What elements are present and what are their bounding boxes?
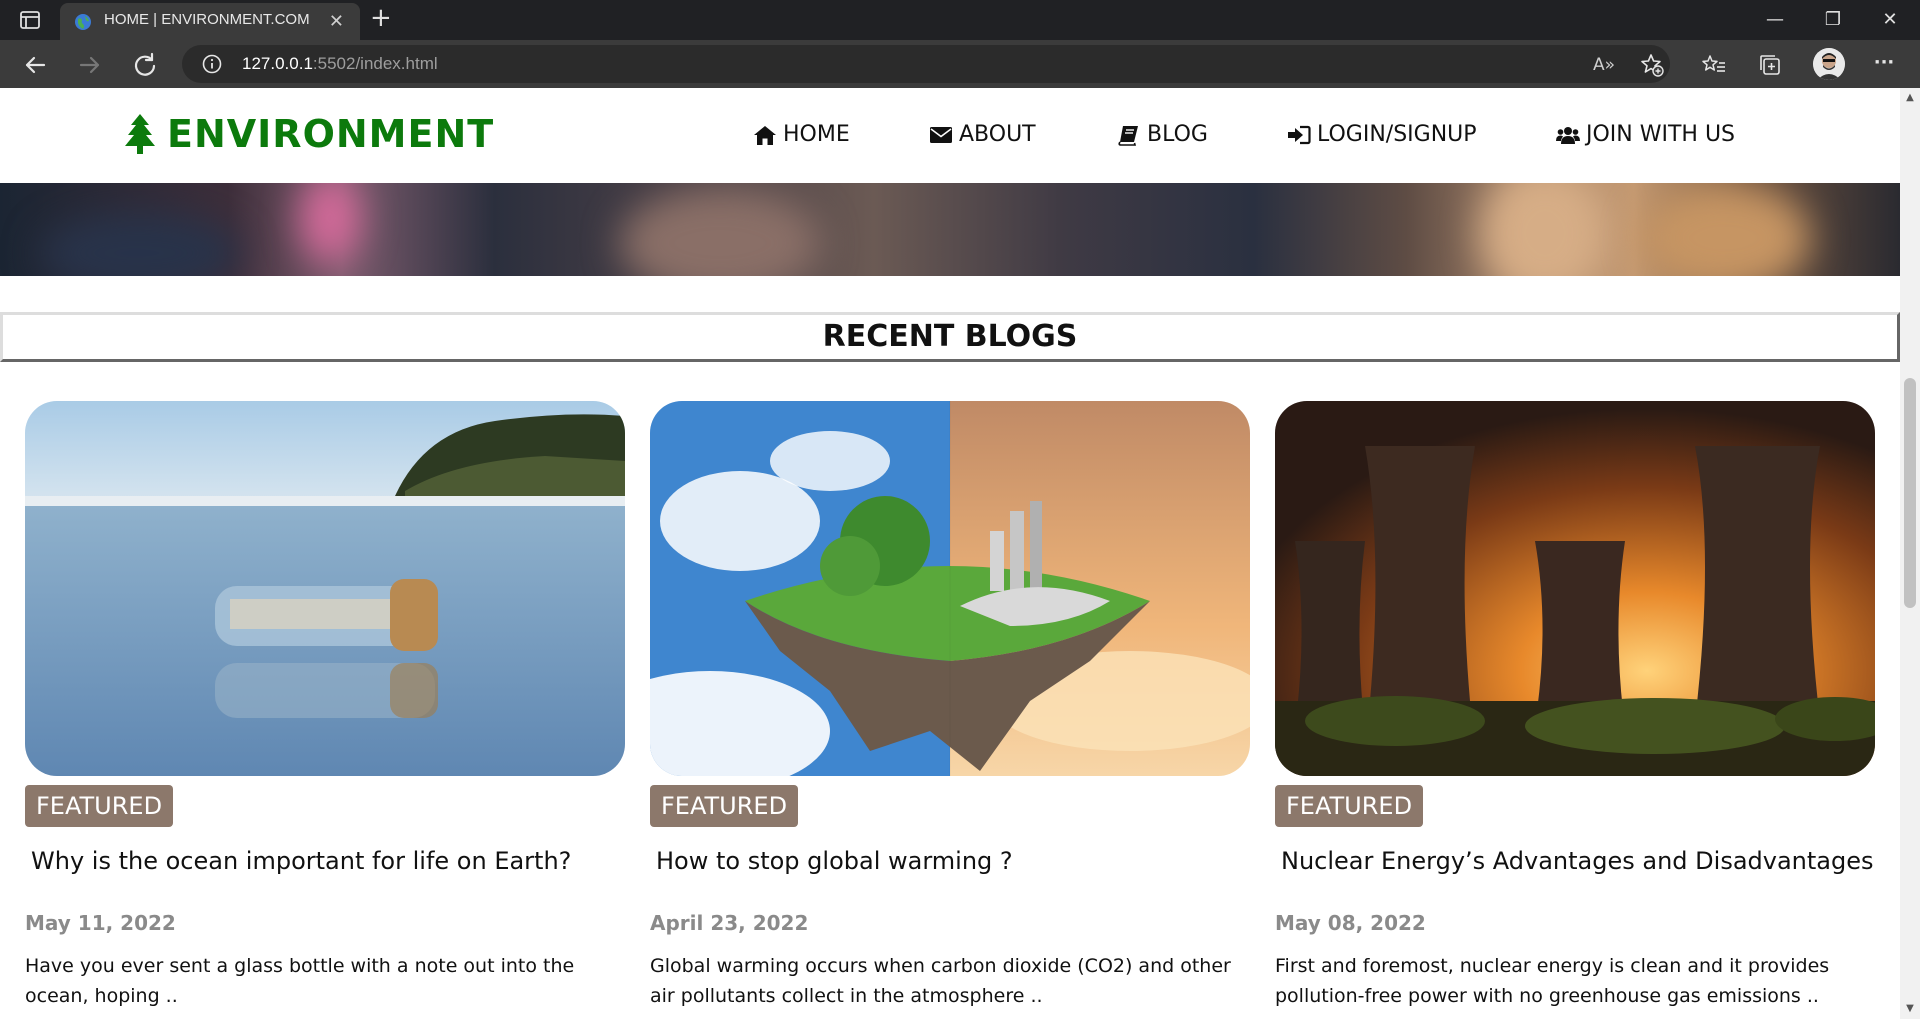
post-title[interactable]: Why is the ocean important for life on E… [31,847,631,875]
tab-actions-icon[interactable] [18,8,42,32]
post-excerpt: First and foremost, nuclear energy is cl… [1275,955,1830,1007]
sign-in-icon [1288,125,1311,144]
page-scrollbar[interactable]: ▲ ▼ [1900,88,1920,1019]
add-favorite-icon[interactable] [1638,51,1666,79]
minimize-icon[interactable]: — [1755,4,1795,36]
scroll-down-icon[interactable]: ▼ [1904,1003,1916,1015]
read-aloud-icon[interactable]: A» [1593,51,1621,79]
more-options-icon[interactable]: ··· [1870,51,1898,79]
featured-badge[interactable]: FEATURED [25,785,174,827]
url-host: 127.0.0.1 [242,54,313,73]
globe-favicon-icon [74,13,92,31]
nav-home-label: HOME [783,122,850,147]
post-title[interactable]: How to stop global warming ? [656,847,1256,875]
blog-card[interactable]: FEATURED Nuclear Energy’s Advantages and… [1275,401,1875,1007]
browser-tab-bar: HOME | ENVIRONMENT.COM ✕ + — ❐ ✕ [0,0,1920,40]
featured-badge[interactable]: FEATURED [650,785,799,827]
hero-banner-image [0,183,1900,276]
nav-login-signup-label: LOGIN/SIGNUP [1317,122,1477,147]
blog-card[interactable]: FEATURED How to stop global warming ? Ap… [650,401,1250,1007]
restore-icon[interactable]: ❐ [1813,4,1853,36]
post-date: May 08, 2022 [1275,911,1426,935]
nav-blog[interactable]: BLOG [1117,122,1208,147]
users-icon [1556,126,1580,144]
scrollbar-thumb[interactable] [1904,378,1916,608]
nav-about[interactable]: ABOUT [929,122,1036,147]
ocean-bottle-image [25,401,625,776]
nav-join-with-us[interactable]: JOIN WITH US [1556,122,1735,147]
close-window-icon[interactable]: ✕ [1870,4,1910,36]
home-icon [754,125,776,145]
back-icon[interactable] [20,50,50,80]
brand-logo[interactable]: ENVIRONMENT [123,112,494,156]
blog-card[interactable]: FEATURED Why is the ocean important for … [25,401,625,1007]
post-excerpt: Global warming occurs when carbon dioxid… [650,955,1231,1007]
post-title[interactable]: Nuclear Energy’s Advantages and Disadvan… [1281,847,1881,875]
nav-login-signup[interactable]: LOGIN/SIGNUP [1287,122,1477,147]
nav-join-with-us-label: JOIN WITH US [1586,122,1736,147]
featured-badge[interactable]: FEATURED [1275,785,1424,827]
nav-about-label: ABOUT [959,122,1036,147]
section-title: RECENT BLOGS [0,312,1900,362]
floating-island-image [650,401,1250,776]
favorites-icon[interactable] [1700,51,1728,79]
scroll-up-icon[interactable]: ▲ [1904,92,1916,104]
site-header: ENVIRONMENT HOME ABOUT BLOG LOGIN/SIGNUP… [0,88,1900,183]
new-tab-icon[interactable]: + [370,3,392,33]
close-tab-icon[interactable]: ✕ [329,11,344,32]
url-path: :5502/index.html [312,54,438,73]
book-icon [1118,125,1138,146]
browser-address-bar: 127.0.0.1:5502/index.html A» ··· [0,40,1920,88]
forward-icon[interactable] [75,50,105,80]
post-date: May 11, 2022 [25,911,176,935]
tab-title: HOME | ENVIRONMENT.COM [104,11,310,28]
url-field[interactable]: 127.0.0.1:5502/index.html [182,45,1670,83]
brand-name: ENVIRONMENT [167,112,495,156]
browser-tab-active[interactable]: HOME | ENVIRONMENT.COM ✕ [60,3,360,40]
page-viewport: ENVIRONMENT HOME ABOUT BLOG LOGIN/SIGNUP… [0,88,1920,1019]
cooling-towers-image [1275,401,1875,776]
post-excerpt: Have you ever sent a glass bottle with a… [25,955,575,1007]
envelope-icon [930,126,952,143]
nav-blog-label: BLOG [1147,122,1208,147]
post-date: April 23, 2022 [650,911,809,935]
url-text: 127.0.0.1:5502/index.html [242,54,438,74]
tree-icon [123,113,157,155]
site-info-icon[interactable] [202,54,222,74]
profile-avatar[interactable] [1813,48,1845,80]
nav-home[interactable]: HOME [753,122,850,147]
reload-icon[interactable] [130,50,160,80]
collections-icon[interactable] [1756,51,1784,79]
